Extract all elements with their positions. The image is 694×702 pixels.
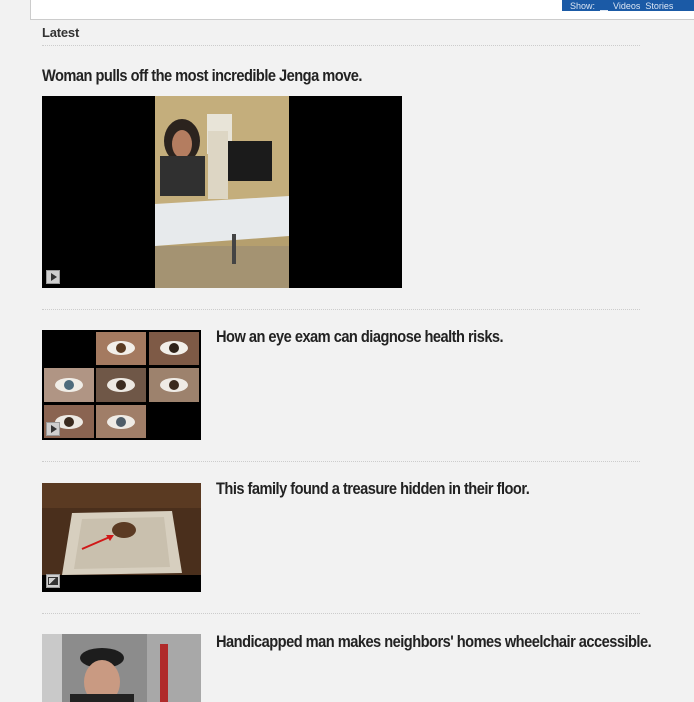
article-title[interactable]: Handicapped man makes neighbors' homes w… [216,632,652,652]
article-thumbnail[interactable] [42,330,201,440]
play-icon [51,425,57,433]
filter-stories[interactable]: Stories [645,2,673,11]
videos-checkbox[interactable] [600,5,609,11]
article-thumbnail[interactable] [42,483,201,592]
video-badge [46,270,60,284]
photo-icon [48,577,58,585]
content-filter: Show: Videos Stories [562,0,694,11]
divider [42,613,640,614]
eye-collage-frame [42,330,201,440]
section-title: Latest [42,25,80,40]
article-title[interactable]: This family found a treasure hidden in t… [216,479,530,499]
article-title[interactable]: How an eye exam can diagnose health risk… [216,327,504,347]
show-label: Show: [570,1,596,11]
video-badge [46,422,60,436]
article-thumbnail[interactable] [42,634,201,702]
gallery-badge [46,574,60,588]
divider [42,45,640,46]
wheelchair-story-frame [42,634,201,702]
article-thumbnail[interactable] [42,96,402,288]
jenga-video-frame [42,96,402,288]
divider [42,461,640,462]
divider [42,309,640,310]
top-bar: Show: Videos Stories [30,0,694,20]
filter-videos[interactable]: Videos [613,2,640,11]
play-icon [51,273,57,281]
article-title[interactable]: Woman pulls off the most incredible Jeng… [42,66,362,86]
floor-treasure-frame [42,483,201,592]
